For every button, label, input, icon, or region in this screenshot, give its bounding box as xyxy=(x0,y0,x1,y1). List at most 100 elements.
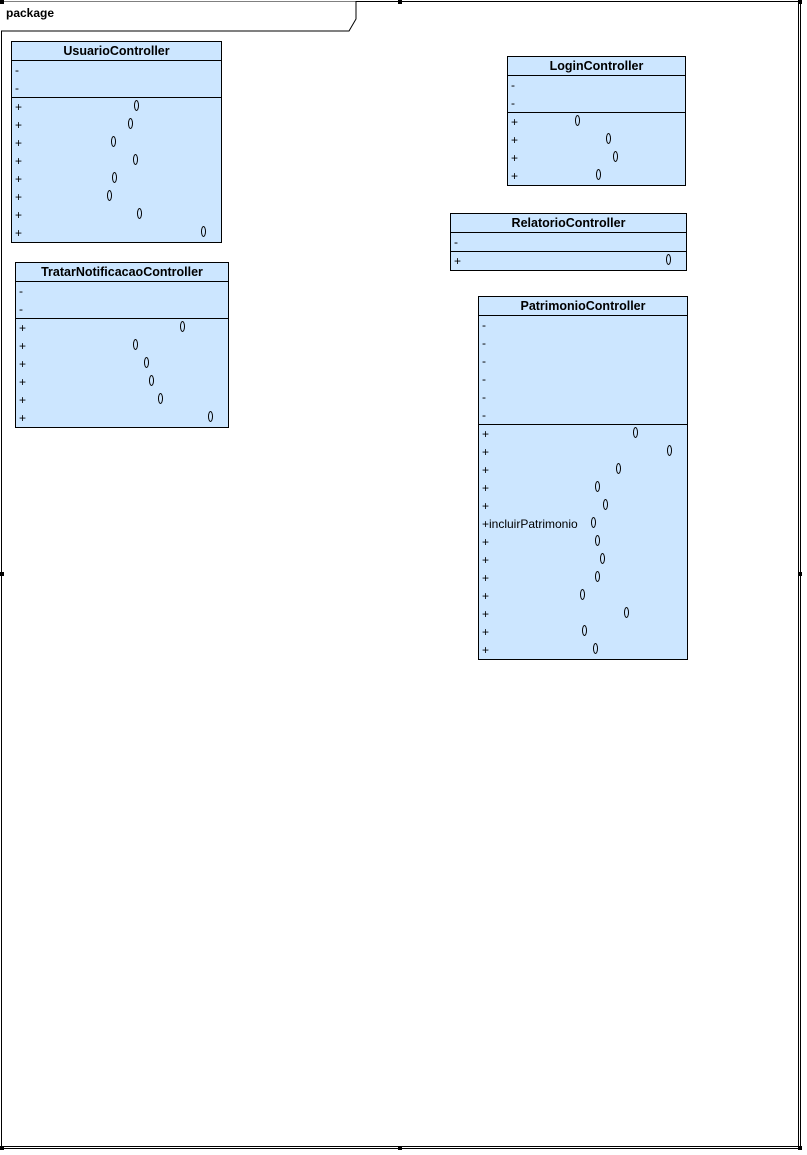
operation-row[interactable]: + xyxy=(479,443,687,461)
parameter-list-icon xyxy=(180,321,185,332)
parameter-list-icon xyxy=(144,357,149,368)
parameter-list-icon xyxy=(149,375,154,386)
visibility-marker: - xyxy=(19,284,23,298)
operation-row[interactable]: + xyxy=(479,569,687,587)
parameter-list-icon xyxy=(593,643,598,654)
operation-row[interactable]: + xyxy=(508,131,685,149)
attribute-row[interactable]: - xyxy=(479,388,687,406)
operation-row[interactable]: + xyxy=(12,224,221,242)
visibility-marker: + xyxy=(19,321,27,335)
selection-handle[interactable] xyxy=(398,1146,402,1150)
operation-row[interactable]: + xyxy=(12,188,221,206)
package-label: package xyxy=(6,6,55,20)
operation-row[interactable]: + xyxy=(479,425,687,443)
visibility-marker: + xyxy=(482,427,490,441)
parameter-list-icon xyxy=(667,445,672,456)
attribute-row[interactable]: - xyxy=(479,406,687,424)
selection-handle[interactable] xyxy=(0,0,4,4)
attribute-row[interactable]: - xyxy=(479,334,687,352)
operation-row[interactable]: + xyxy=(479,605,687,623)
visibility-marker: + xyxy=(511,169,519,183)
visibility-marker: + xyxy=(511,115,519,129)
operation-row[interactable]: + xyxy=(16,373,228,391)
operation-row[interactable]: + xyxy=(12,170,221,188)
attribute-row[interactable]: - xyxy=(479,316,687,334)
visibility-marker: + xyxy=(482,553,490,567)
operation-row[interactable]: + xyxy=(451,252,686,270)
attribute-row[interactable]: - xyxy=(479,352,687,370)
selection-handle[interactable] xyxy=(798,1146,802,1150)
parameter-list-icon xyxy=(624,607,629,618)
operation-row[interactable]: + xyxy=(479,551,687,569)
parameter-list-icon xyxy=(107,190,112,201)
operations-compartment: + + + + + + xyxy=(16,319,228,427)
operation-row[interactable]: + xyxy=(12,116,221,134)
attributes-compartment: -- xyxy=(508,76,685,113)
parameter-list-icon xyxy=(158,393,163,404)
selection-handle[interactable] xyxy=(798,572,802,576)
parameter-list-icon xyxy=(208,411,213,422)
visibility-marker: + xyxy=(15,100,23,114)
operation-row[interactable]: + xyxy=(508,113,685,131)
selection-handle[interactable] xyxy=(0,1146,4,1150)
parameter-list-icon xyxy=(582,625,587,636)
operation-row[interactable]: + xyxy=(12,152,221,170)
operation-row[interactable]: + xyxy=(12,134,221,152)
class-login-controller[interactable]: LoginController - - + + + + xyxy=(507,56,686,186)
operation-row[interactable]: + xyxy=(12,98,221,116)
attribute-row[interactable]: - xyxy=(451,233,686,251)
visibility-marker: + xyxy=(19,393,27,407)
operation-row[interactable]: + xyxy=(16,319,228,337)
visibility-marker: + xyxy=(482,589,490,603)
visibility-marker: - xyxy=(19,302,23,316)
operation-row[interactable]: + xyxy=(508,167,685,185)
parameter-list-icon xyxy=(603,499,608,510)
attribute-row[interactable]: - xyxy=(508,94,685,112)
operation-row[interactable]: + xyxy=(16,337,228,355)
package-tab[interactable] xyxy=(1,1,361,33)
selection-handle[interactable] xyxy=(798,0,802,4)
operation-row[interactable]: + xyxy=(479,641,687,659)
visibility-marker: + xyxy=(482,445,490,459)
operation-row[interactable]: + xyxy=(479,461,687,479)
parameter-list-icon xyxy=(606,133,611,144)
attribute-row[interactable]: - xyxy=(12,79,221,97)
attribute-row[interactable]: - xyxy=(12,61,221,79)
operation-row[interactable]: + xyxy=(479,497,687,515)
parameter-list-icon xyxy=(595,571,600,582)
operation-row[interactable]: + xyxy=(12,206,221,224)
selection-handle[interactable] xyxy=(0,572,4,576)
class-tratar-notificacao-controller[interactable]: TratarNotificacaoController - - + + + + + + xyxy=(15,262,229,428)
parameter-list-icon xyxy=(633,427,638,438)
visibility-marker: + xyxy=(19,411,27,425)
visibility-marker: + xyxy=(482,571,490,585)
operation-row[interactable]: + xyxy=(16,409,228,427)
visibility-marker: + xyxy=(15,190,23,204)
visibility-marker: + xyxy=(19,375,27,389)
visibility-marker: + xyxy=(482,463,490,477)
class-usuario-controller[interactable]: UsuarioController - - + + + + + + + + xyxy=(11,41,222,243)
attribute-row[interactable]: - xyxy=(16,300,228,318)
class-name: TratarNotificacaoController xyxy=(16,263,228,282)
operation-row[interactable]: + incluirPatrimonio xyxy=(479,515,687,533)
visibility-marker: + xyxy=(482,517,490,531)
operation-row[interactable]: + xyxy=(479,623,687,641)
parameter-list-icon xyxy=(128,118,133,129)
operation-row[interactable]: + xyxy=(508,149,685,167)
operations-compartment: + + + + xyxy=(508,113,685,185)
class-relatorio-controller[interactable]: RelatorioController - + xyxy=(450,213,687,271)
selection-handle[interactable] xyxy=(398,0,402,4)
attribute-row[interactable]: - xyxy=(479,370,687,388)
visibility-marker: + xyxy=(15,226,23,240)
operation-row[interactable]: + xyxy=(479,479,687,497)
class-patrimonio-controller[interactable]: PatrimonioController - - - - - - + + + + + + incluir… xyxy=(478,296,688,660)
parameter-list-icon xyxy=(201,226,206,237)
attribute-row[interactable]: - xyxy=(508,76,685,94)
visibility-marker: + xyxy=(454,254,462,268)
attribute-row[interactable]: - xyxy=(16,282,228,300)
operation-row[interactable]: + xyxy=(479,587,687,605)
visibility-marker: + xyxy=(15,172,23,186)
operation-row[interactable]: + xyxy=(479,533,687,551)
operation-row[interactable]: + xyxy=(16,355,228,373)
operation-row[interactable]: + xyxy=(16,391,228,409)
